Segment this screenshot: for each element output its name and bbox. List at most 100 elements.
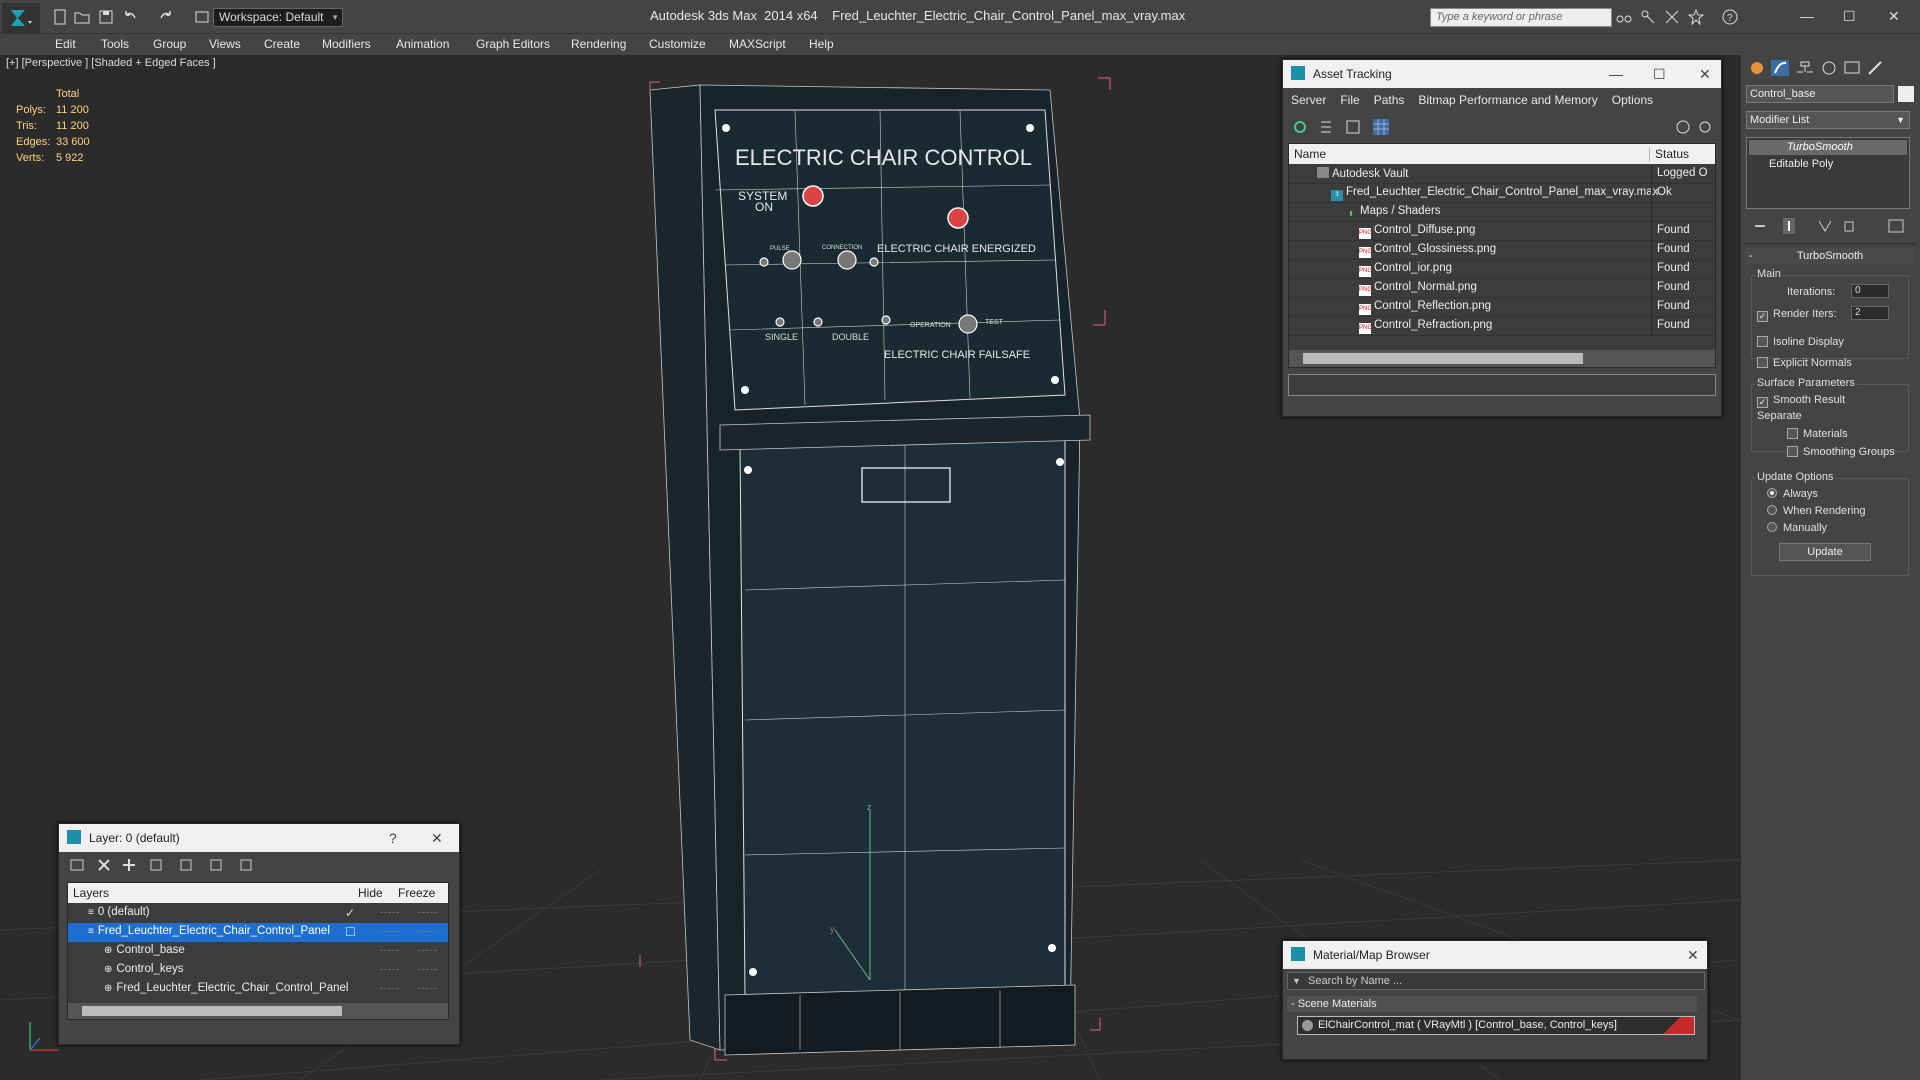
menu-file[interactable]: File	[1340, 93, 1359, 107]
always-radio[interactable]: Always	[1767, 488, 1818, 500]
delete-layer-icon[interactable]	[98, 859, 110, 871]
create-tab-icon[interactable]	[1751, 62, 1763, 74]
motion-tab-icon[interactable]	[1822, 61, 1836, 75]
menu-graph-editors[interactable]: Graph Editors	[476, 37, 550, 51]
close-icon[interactable]: ✕	[431, 824, 443, 852]
remove-modifier-icon[interactable]	[1844, 221, 1854, 232]
keyword-search-input[interactable]: Type a keyword or phrase	[1430, 8, 1612, 27]
asset-row[interactable]: PNG Control_Glossiness.png Found	[1289, 241, 1715, 260]
new-file-icon[interactable]	[52, 9, 68, 25]
scene-materials-section[interactable]: - Scene Materials	[1287, 996, 1697, 1012]
tools-icon[interactable]	[1664, 9, 1680, 25]
menu-group[interactable]: Group	[153, 37, 186, 51]
modifier-list-dropdown[interactable]: Modifier List ▼	[1746, 111, 1910, 129]
menu-animation[interactable]: Animation	[396, 37, 449, 51]
app-logo-icon[interactable]	[2, 3, 40, 33]
layer-freeze-toggle[interactable]: -----	[418, 945, 438, 955]
object-color-swatch[interactable]	[1898, 86, 1914, 102]
redo-icon[interactable]	[158, 9, 174, 25]
material-browser-titlebar[interactable]: Material/Map Browser ✕	[1283, 941, 1707, 969]
layer-help-button[interactable]: ?	[389, 824, 397, 852]
render-iters-spinner[interactable]: 2	[1851, 306, 1889, 320]
explicit-normals-checkbox[interactable]: Explicit Normals	[1757, 357, 1852, 369]
layer-hide-toggle[interactable]: -----	[380, 926, 400, 936]
layer-hide-toggle[interactable]: -----	[380, 907, 400, 917]
asset-row[interactable]: PNG Control_Refraction.png Found	[1289, 317, 1715, 336]
close-icon[interactable]: ✕	[1699, 60, 1711, 88]
object-name-field[interactable]: Control_base	[1746, 85, 1894, 103]
display-tab-icon[interactable]	[1844, 61, 1860, 74]
settings-icon[interactable]	[1699, 121, 1711, 133]
layer-horizontal-scrollbar[interactable]	[68, 1003, 448, 1019]
asset-horizontal-scrollbar[interactable]	[1289, 350, 1715, 367]
select-layer-icon[interactable]	[180, 859, 192, 871]
layer-row[interactable]: ≡ Fred_Leuchter_Electric_Chair_Control_Pa…	[68, 923, 448, 942]
isoline-display-checkbox[interactable]: Isoline Display	[1757, 336, 1844, 348]
close-icon[interactable]: ✕	[1888, 8, 1900, 25]
smooth-result-checkbox[interactable]: ✓ Smooth Result	[1757, 394, 1845, 408]
asset-path-field[interactable]	[1288, 374, 1716, 396]
close-icon[interactable]: ✕	[1687, 941, 1699, 969]
col-layers-header[interactable]: Layers	[73, 886, 109, 900]
menu-customize[interactable]: Customize	[649, 37, 706, 51]
turbosmooth-rollout-title[interactable]: - TurboSmooth	[1745, 248, 1915, 264]
layer-hide-toggle[interactable]: -----	[380, 945, 400, 955]
col-hide-header[interactable]: Hide	[358, 886, 383, 900]
search-dropdown-icon[interactable]: ▼	[1292, 973, 1301, 989]
when-rendering-radio[interactable]: When Rendering	[1767, 505, 1866, 517]
asset-tracking-titlebar[interactable]: Asset Tracking — ☐ ✕	[1283, 60, 1721, 88]
layer-row[interactable]: ≡ 0 (default) ✓ ----- -----	[68, 904, 448, 923]
menu-options[interactable]: Options	[1612, 93, 1653, 107]
layer-titlebar[interactable]: Layer: 0 (default) ? ✕	[59, 824, 459, 852]
maximize-icon[interactable]: ☐	[1843, 8, 1856, 25]
layer-freeze-toggle[interactable]: -----	[418, 983, 438, 993]
col-freeze-header[interactable]: Freeze	[398, 886, 435, 900]
menu-tools[interactable]: Tools	[101, 37, 129, 51]
hide-all-layers-icon[interactable]	[240, 859, 252, 871]
menu-create[interactable]: Create	[264, 37, 300, 51]
material-item[interactable]: ElChairControl_mat ( VRayMtl ) [Control_…	[1297, 1016, 1695, 1035]
current-layer-check-icon[interactable]: ✓	[345, 906, 355, 920]
stack-item-turbosmooth[interactable]: TurboSmooth	[1749, 140, 1907, 155]
hierarchy-tab-icon[interactable]	[1797, 61, 1813, 73]
menu-server[interactable]: Server	[1291, 93, 1326, 107]
asset-row[interactable]: PNG Control_ior.png Found	[1289, 260, 1715, 279]
asset-row[interactable]: PNG Control_Diffuse.png Found	[1289, 222, 1715, 241]
menu-paths[interactable]: Paths	[1374, 93, 1405, 107]
menu-bitmap-performance[interactable]: Bitmap Performance and Memory	[1418, 93, 1597, 107]
render-iters-checkbox[interactable]: ✓ Render Iters:	[1757, 308, 1837, 322]
asset-row[interactable]: ▮ Maps / Shaders	[1289, 203, 1715, 222]
refresh-icon[interactable]	[1294, 121, 1306, 133]
show-end-result-icon[interactable]	[1783, 218, 1795, 234]
col-status-header[interactable]: Status	[1649, 147, 1689, 161]
layer-freeze-toggle[interactable]: -----	[418, 964, 438, 974]
asset-row[interactable]: PNG Control_Reflection.png Found	[1289, 298, 1715, 317]
layer-hide-toggle[interactable]: -----	[380, 983, 400, 993]
open-file-icon[interactable]	[74, 9, 90, 25]
make-unique-icon[interactable]	[1818, 220, 1832, 232]
viewport-label[interactable]: [+] [Perspective ] [Shaded + Edged Faces…	[6, 57, 216, 69]
minimize-icon[interactable]: —	[1609, 60, 1623, 88]
thumbnail-view-icon[interactable]	[1346, 120, 1360, 134]
menu-modifiers[interactable]: Modifiers	[322, 37, 371, 51]
modify-tab-icon[interactable]	[1771, 60, 1789, 76]
highlight-layer-icon[interactable]	[210, 859, 222, 871]
iterations-spinner[interactable]: 0	[1851, 284, 1889, 298]
stack-item-editable-poly[interactable]: Editable Poly	[1749, 157, 1907, 172]
menu-edit[interactable]: Edit	[55, 37, 76, 51]
help-icon[interactable]: ?	[1722, 9, 1738, 25]
list-view-icon[interactable]	[1321, 121, 1331, 133]
utilities-tab-icon[interactable]	[1868, 61, 1882, 75]
layer-row[interactable]: ⊕ Fred_Leuchter_Electric_Chair_Control_Pa…	[68, 980, 448, 999]
layer-freeze-toggle[interactable]: -----	[418, 907, 438, 917]
layers-icon[interactable]	[70, 859, 84, 871]
undo-icon[interactable]	[122, 9, 138, 25]
asset-row[interactable]: Autodesk Vault Logged O	[1289, 165, 1715, 184]
key-icon[interactable]	[1640, 9, 1656, 25]
menu-help[interactable]: Help	[809, 37, 834, 51]
col-name-header[interactable]: Name	[1294, 147, 1326, 161]
smoothing-groups-checkbox[interactable]: Smoothing Groups	[1787, 446, 1895, 458]
layer-freeze-toggle[interactable]: -----	[418, 926, 438, 936]
workspace-dropdown[interactable]: Workspace: Default ▼	[213, 8, 343, 27]
layer-row[interactable]: ⊕ Control_base ----- -----	[68, 942, 448, 961]
